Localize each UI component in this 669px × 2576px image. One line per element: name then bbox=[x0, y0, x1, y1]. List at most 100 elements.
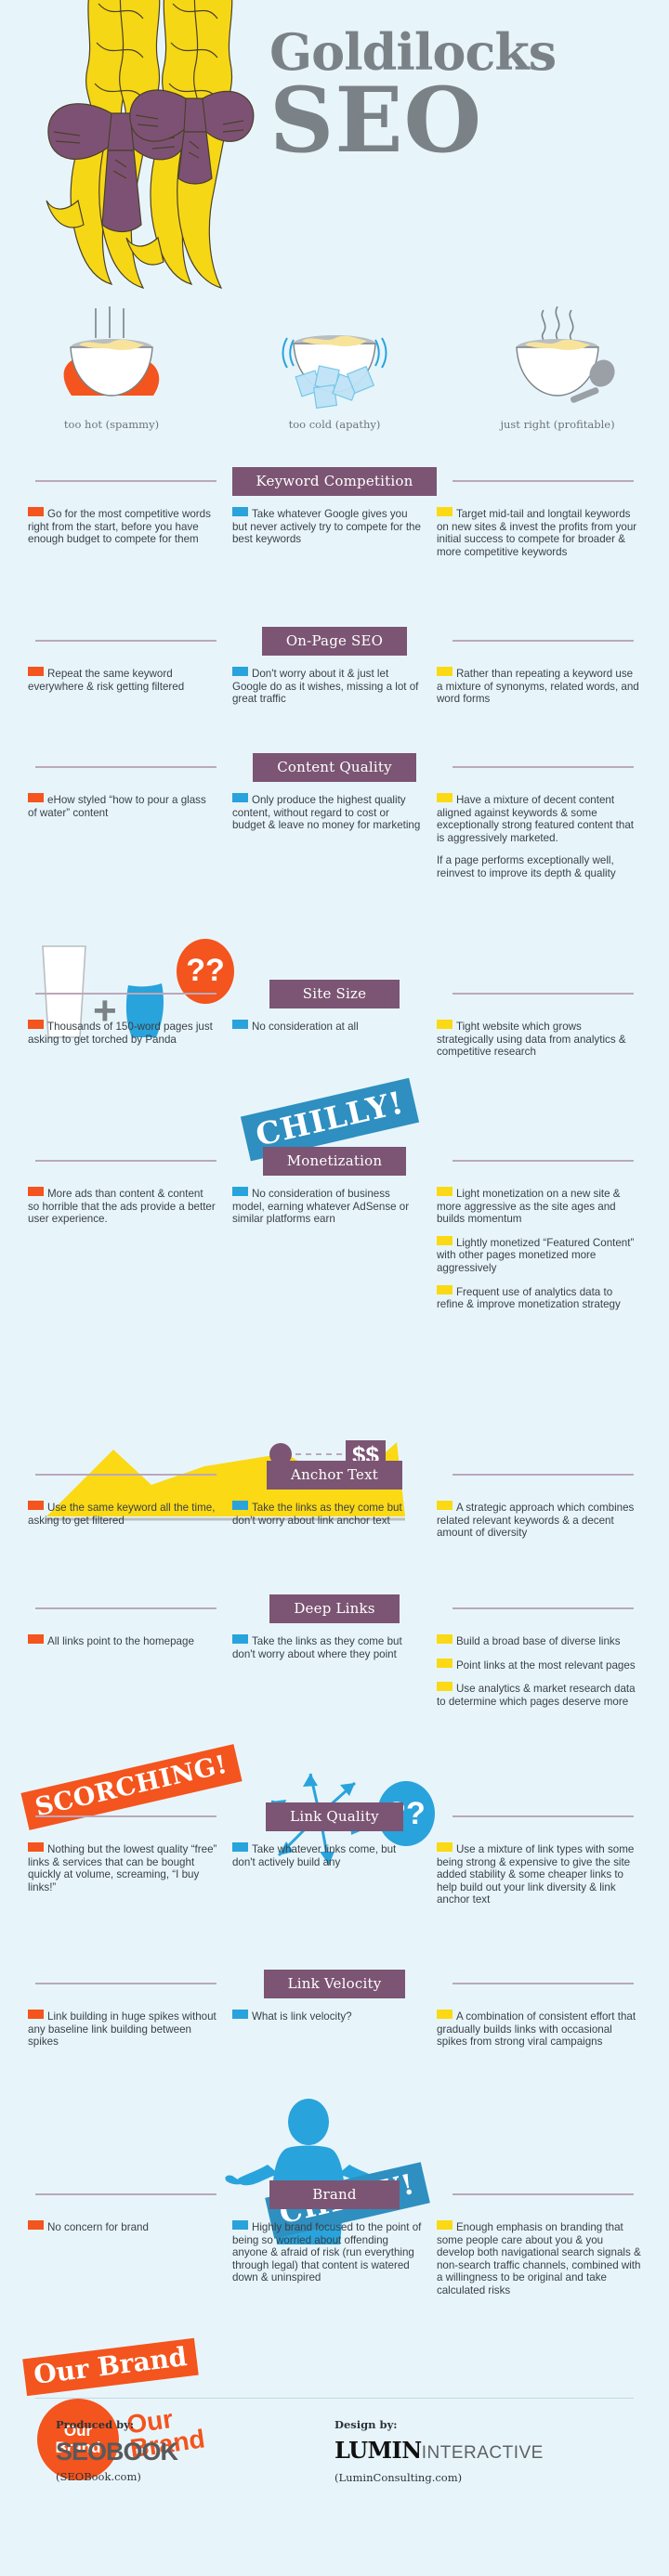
hot-chip-icon bbox=[28, 1020, 44, 1029]
bullet-text: eHow styled “how to pour a glass of wate… bbox=[28, 794, 206, 819]
hot-chip-icon bbox=[28, 667, 44, 676]
bullet-text: Repeat the same keyword everywhere & ris… bbox=[28, 668, 185, 693]
just-chip-icon bbox=[436, 667, 453, 676]
column-just-right: Have a mixture of decent content aligned… bbox=[436, 793, 641, 891]
bullet-just: Have a mixture of decent content aligned… bbox=[436, 793, 641, 844]
hot-chip-icon bbox=[28, 2010, 44, 2019]
bullet-cold: Take the links as they come but don't wo… bbox=[231, 1501, 422, 1527]
bullet-text: More ads than content & content so horri… bbox=[28, 1188, 216, 1226]
lumin-logo-bold: LUMIN bbox=[334, 2437, 422, 2464]
footer-divider bbox=[35, 2398, 634, 2399]
goldilocks-braids-illustration bbox=[46, 0, 255, 289]
bowl-just-right: just right (profitable) bbox=[446, 306, 669, 455]
column-too-hot: eHow styled “how to pour a glass of wate… bbox=[28, 793, 232, 891]
produced-by-label: Produced by: bbox=[56, 2418, 135, 2431]
column-too-hot: Link building in huge spikes without any… bbox=[28, 2010, 232, 2059]
bullet-hot: More ads than content & content so horri… bbox=[28, 1187, 217, 1226]
bullet-text: Point links at the most relevant pages bbox=[455, 1659, 636, 1672]
cold-chip-icon bbox=[231, 793, 248, 802]
section-title: Keyword Competition bbox=[231, 466, 438, 496]
bullet-text: Thousands of 150-word pages just asking … bbox=[28, 1021, 213, 1046]
bullet-text: Take whatever links come, but don't acti… bbox=[231, 1843, 397, 1868]
column-too-hot: No concern for brand bbox=[28, 2220, 232, 2308]
header-rule-left bbox=[35, 1983, 216, 1984]
bullet-text: Tight website which grows strategically … bbox=[436, 1021, 626, 1059]
bullet-just: Use analytics & market research data to … bbox=[436, 1682, 641, 1708]
header-rule-right bbox=[453, 640, 634, 642]
bullet-just: Frequent use of analytics data to refine… bbox=[436, 1284, 641, 1311]
header-rule-left bbox=[35, 766, 216, 768]
bullet-just-extra: If a page performs exceptionally well, r… bbox=[436, 854, 616, 879]
column-just-right: A strategic approach which combines rela… bbox=[436, 1501, 641, 1550]
bullet-text: What is link velocity? bbox=[251, 2010, 352, 2023]
bowl-too-cold: too cold (apathy) bbox=[223, 306, 446, 455]
column-too-hot: Repeat the same keyword everywhere & ris… bbox=[28, 667, 232, 716]
bullet-just: Target mid-tail and longtail keywords on… bbox=[436, 507, 641, 558]
bullet-text: Highly brand focused to the point of bei… bbox=[231, 2221, 422, 2284]
page-title-line2: SEO bbox=[269, 68, 483, 173]
bullet-cold: Take whatever Google gives you but never… bbox=[231, 507, 422, 546]
bullet-just: Build a broad base of diverse links bbox=[436, 1634, 641, 1648]
bullet-text: Target mid-tail and longtail keywords on… bbox=[436, 508, 637, 558]
cold-chip-icon bbox=[231, 2220, 248, 2230]
section-title: Anchor Text bbox=[267, 1460, 402, 1490]
header-rule-right bbox=[453, 1815, 634, 1817]
bullet-text: Only produce the highest quality content… bbox=[231, 794, 421, 832]
column-too-hot: Go for the most competitive words right … bbox=[28, 507, 232, 568]
bowls-row: too hot (spammy) too cold (apathy) just … bbox=[0, 306, 669, 455]
just-chip-icon bbox=[436, 2010, 453, 2019]
design-by-label: Design by: bbox=[334, 2418, 398, 2431]
section-header: Keyword Competition bbox=[0, 464, 669, 498]
bullet-just: Rather than repeating a keyword use a mi… bbox=[436, 667, 641, 706]
column-too-hot: All links point to the homepage bbox=[28, 1634, 232, 1718]
just-chip-icon bbox=[436, 1682, 453, 1692]
bullet-just: Use a mixture of link types with some be… bbox=[436, 1842, 641, 1906]
hot-chip-icon bbox=[28, 793, 44, 802]
column-too-cold: No consideration of business model, earn… bbox=[231, 1187, 437, 1321]
column-just-right: Tight website which grows strategically … bbox=[436, 1020, 641, 1069]
bullet-cold: What is link velocity? bbox=[231, 2010, 422, 2023]
section-header: Link Velocity bbox=[0, 1967, 669, 2000]
column-just-right: A combination of consistent effort that … bbox=[436, 2010, 641, 2059]
section-title: Monetization bbox=[262, 1146, 407, 1176]
section-on-page-seo: On-Page SEO Repeat the same keyword ever… bbox=[0, 624, 669, 716]
bullet-hot: Link building in huge spikes without any… bbox=[28, 2010, 217, 2049]
bullet-text: No concern for brand bbox=[47, 2221, 149, 2233]
cold-chip-icon bbox=[231, 2010, 248, 2019]
just-chip-icon bbox=[436, 793, 453, 802]
hot-chip-icon bbox=[28, 1634, 44, 1644]
section-header: Site Size bbox=[0, 977, 669, 1010]
bullet-cold: No consideration at all bbox=[231, 1020, 422, 1034]
section-title: Site Size bbox=[269, 979, 400, 1008]
lumin-url[interactable]: (LuminConsulting.com) bbox=[334, 2471, 613, 2484]
seobook-logo: SEOBOOK bbox=[56, 2438, 178, 2465]
column-too-cold: No consideration at all bbox=[231, 1020, 437, 1069]
section-keyword-competition: Keyword Competition Go for the most comp… bbox=[0, 464, 669, 568]
lumin-logo: LUMININTERACTIVE bbox=[334, 2438, 613, 2466]
bullet-hot: Go for the most competitive words right … bbox=[28, 507, 217, 546]
chilly-stamp-text: CHILLY! bbox=[252, 1084, 408, 1153]
bowl-caption: just right (profitable) bbox=[500, 418, 615, 431]
column-too-hot: More ads than content & content so horri… bbox=[28, 1187, 232, 1321]
bullet-text: Use analytics & market research data to … bbox=[436, 1683, 636, 1708]
seobook-url[interactable]: (SEOBook.com) bbox=[56, 2470, 334, 2483]
just-chip-icon bbox=[436, 1501, 453, 1510]
header-rule-left bbox=[35, 1474, 216, 1476]
column-too-hot: Use the same keyword all the time, askin… bbox=[28, 1501, 232, 1550]
section-site-size: Site Size Thousands of 150-word pages ju… bbox=[0, 977, 669, 1162]
bullet-hot: Use the same keyword all the time, askin… bbox=[28, 1501, 217, 1527]
column-too-hot: Nothing but the lowest quality “free” li… bbox=[28, 1842, 232, 1917]
bullet-hot: eHow styled “how to pour a glass of wate… bbox=[28, 793, 217, 819]
bullet-hot: All links point to the homepage bbox=[28, 1634, 217, 1648]
bullet-just: Tight website which grows strategically … bbox=[436, 1020, 641, 1059]
footer: Produced by: SEOBOOK (SEOBook.com) Desig… bbox=[0, 2381, 669, 2576]
column-too-cold: Take whatever links come, but don't acti… bbox=[231, 1842, 437, 1917]
just-chip-icon bbox=[436, 2220, 453, 2230]
hot-bowl-icon bbox=[63, 306, 160, 397]
bullet-cold: Take the links as they come but don't wo… bbox=[231, 1634, 422, 1660]
bullet-just: Light monetization on a new site & more … bbox=[436, 1187, 641, 1226]
bullet-text: Enough emphasis on branding that some pe… bbox=[436, 2221, 641, 2296]
column-too-cold: Don't worry about it & just let Google d… bbox=[231, 667, 437, 716]
section-anchor-text: Anchor Text Use the same keyword all the… bbox=[0, 1458, 669, 1550]
header-rule-right bbox=[453, 2193, 634, 2195]
